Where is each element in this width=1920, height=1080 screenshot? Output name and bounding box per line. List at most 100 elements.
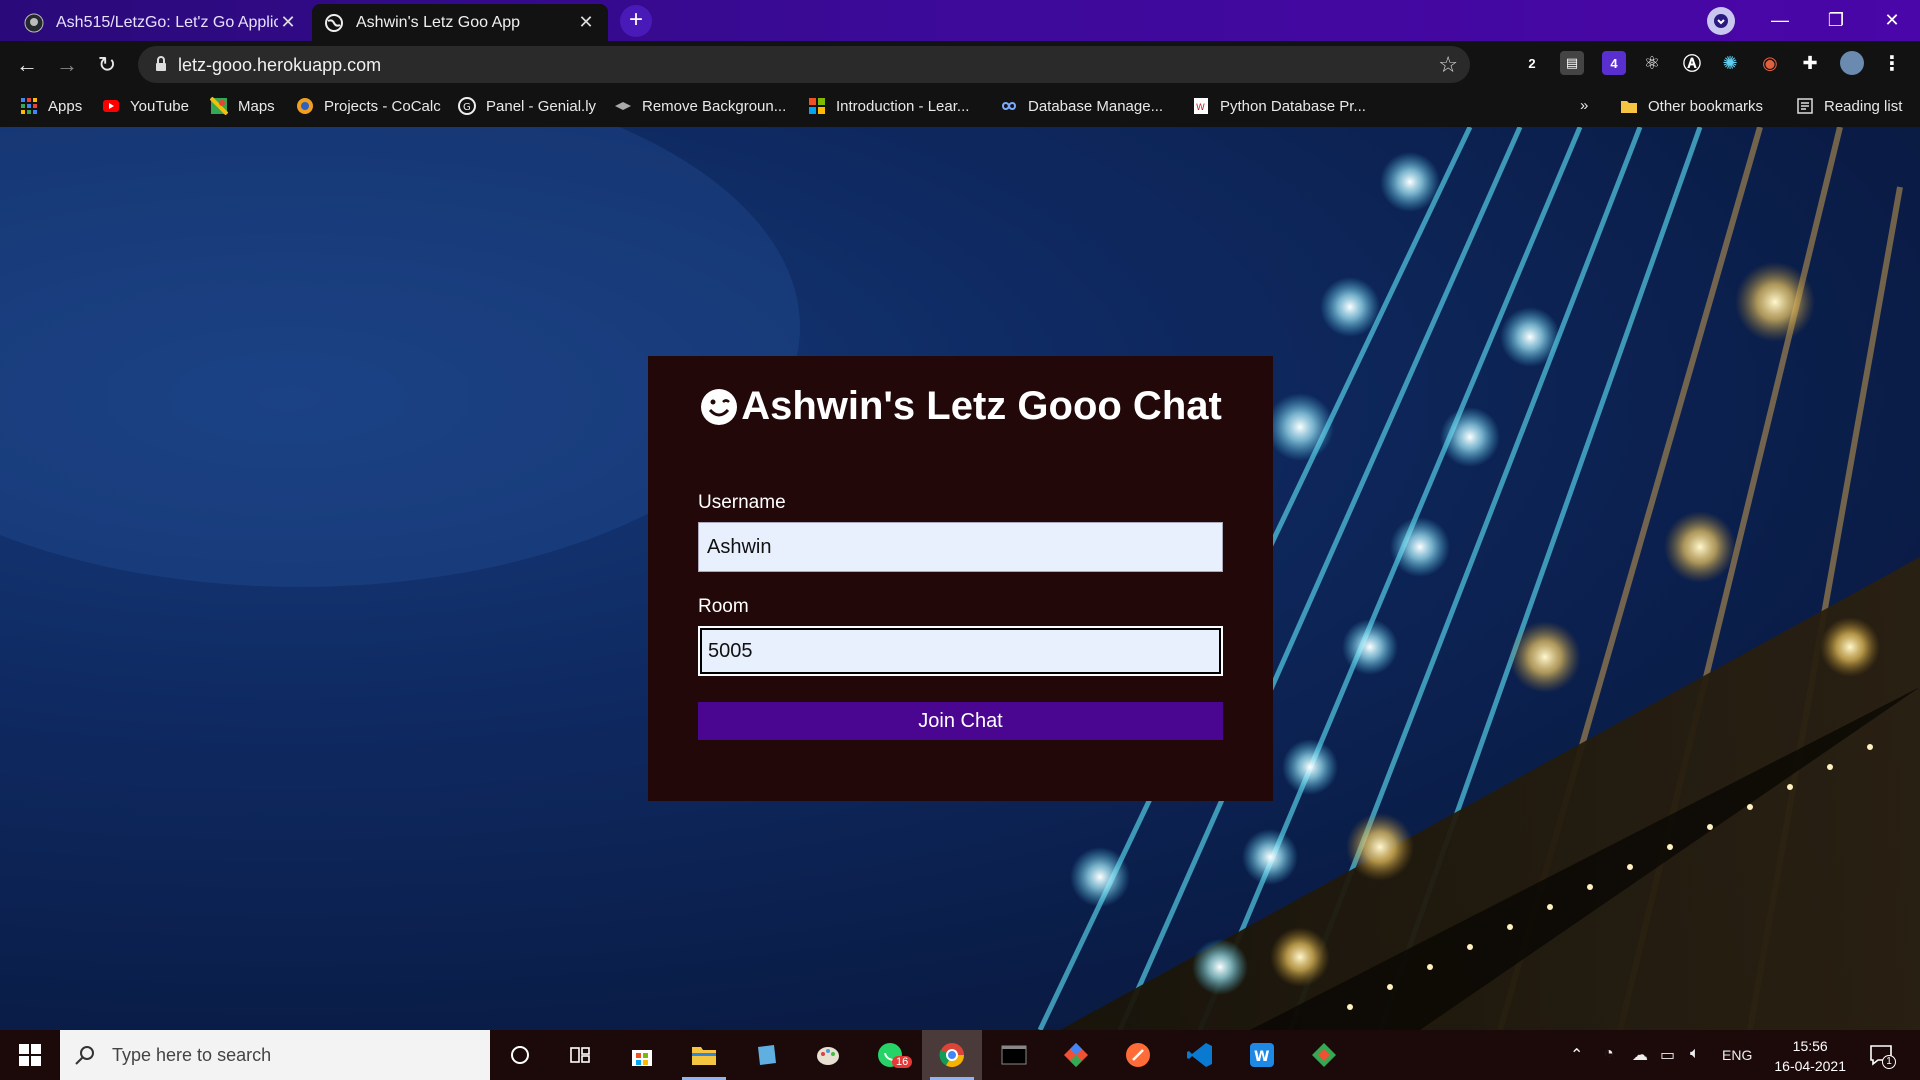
tab-label: Ash515/LetzGo: Let'z Go Applicat [56, 13, 278, 31]
clock-time: 15:56 [1792, 1038, 1828, 1054]
bookmark-introduction[interactable]: Introduction - Lear... [808, 97, 969, 115]
card-title: Ashwin's Letz Gooo Chat [648, 384, 1273, 429]
taskbar-search-box[interactable]: Type here to search [60, 1030, 490, 1080]
microsoft-store-icon[interactable] [612, 1030, 672, 1080]
file-explorer-icon[interactable] [674, 1030, 734, 1080]
bookmark-youtube[interactable]: YouTube [102, 97, 189, 115]
search-icon [75, 1046, 94, 1065]
room-input[interactable]: 5005 [698, 626, 1223, 676]
close-window-button[interactable]: ✕ [1864, 0, 1920, 41]
bookmark-python-database[interactable]: W Python Database Pr... [1192, 97, 1366, 115]
username-input[interactable]: Ashwin [698, 522, 1223, 572]
clock-date: 16-04-2021 [1774, 1058, 1846, 1074]
forward-arrow-icon[interactable]: → [52, 50, 82, 80]
wifi-icon[interactable]: ◔ [1604, 1045, 1614, 1063]
layers-icon [615, 102, 631, 110]
reload-icon[interactable]: ↻ [92, 50, 122, 80]
bookmarks-overflow-chevron[interactable]: » [1580, 97, 1588, 114]
globe-icon [325, 13, 343, 32]
profile-avatar[interactable] [1840, 51, 1864, 75]
vscode-icon[interactable] [1170, 1030, 1230, 1080]
chrome-taskbar-icon[interactable] [922, 1030, 982, 1080]
folder-icon [1621, 101, 1637, 113]
extension-a-icon[interactable]: Ⓐ [1680, 51, 1704, 75]
chat-join-card: Ashwin's Letz Gooo Chat Username Ashwin … [648, 356, 1273, 801]
reading-list-icon [1797, 98, 1813, 114]
extension-react-icon[interactable]: ⚛ [1640, 51, 1664, 75]
bookmark-remove-background[interactable]: Remove Backgroun... [614, 97, 786, 115]
notepad-app-icon[interactable] [736, 1030, 796, 1080]
whatsapp-badge: 16 [892, 1056, 913, 1068]
windows-taskbar: Type here to search 16 W ⌃ ◔ ☁ ▭ 🔈︎ ENG … [0, 1030, 1920, 1080]
new-tab-button[interactable]: + [620, 5, 652, 37]
extension-gear-icon[interactable]: ✺ [1718, 51, 1742, 75]
tab-label: Ashwin's Letz Goo App [356, 13, 521, 31]
card-title-text: Ashwin's Letz Gooo Chat [741, 384, 1222, 428]
url-text: letz-gooo.herokuapp.com [178, 55, 382, 75]
join-chat-button[interactable]: Join Chat [698, 702, 1223, 740]
maps-icon [210, 97, 228, 115]
task-view-icon[interactable] [550, 1030, 610, 1080]
battery-icon[interactable]: ▭ [1660, 1045, 1675, 1065]
extension-cube-icon[interactable]: 4 [1602, 51, 1626, 75]
browser-toolbar: ← → ↻ letz-gooo.herokuapp.com ☆ [0, 41, 1920, 88]
other-bookmarks[interactable]: Other bookmarks [1620, 97, 1763, 115]
minimize-button[interactable]: — [1752, 0, 1808, 41]
system-clock[interactable]: 15:56 16-04-2021 [1774, 1036, 1846, 1076]
username-label: Username [698, 492, 786, 513]
bookmark-genially[interactable]: G Panel - Genial.ly [458, 97, 596, 115]
extension-2-icon[interactable]: 2 [1520, 51, 1544, 75]
language-indicator[interactable]: ENG [1722, 1047, 1752, 1063]
tab-letz-goo-app[interactable]: Ashwin's Letz Goo App ✕ [312, 4, 608, 41]
tab-close-icon[interactable]: ✕ [278, 12, 298, 33]
extension-color-icon[interactable]: ◉ [1758, 51, 1782, 75]
restore-button[interactable]: ❐ [1808, 0, 1864, 41]
bookmark-star-icon[interactable]: ☆ [1438, 52, 1458, 78]
browser-title-bar: Ash515/LetzGo: Let'z Go Applicat ✕ Ashwi… [0, 0, 1920, 41]
extension-card-icon[interactable]: ▤ [1560, 51, 1584, 75]
page-background: Ashwin's Letz Gooo Chat Username Ashwin … [0, 127, 1920, 1030]
microsoft-icon [809, 98, 825, 114]
bookmark-apps[interactable]: Apps [20, 97, 82, 115]
svg-text:G: G [463, 102, 471, 113]
windows-logo-icon [19, 1044, 41, 1066]
reading-list[interactable]: Reading list [1796, 97, 1902, 115]
apps-grid-icon [21, 98, 37, 114]
search-placeholder: Type here to search [112, 1044, 272, 1065]
smile-icon [701, 388, 738, 425]
terminal-icon[interactable] [984, 1030, 1044, 1080]
python-doc-icon: W [1194, 98, 1208, 114]
whatsapp-icon[interactable]: 16 [860, 1030, 920, 1080]
back-arrow-icon[interactable]: ← [12, 50, 42, 80]
notification-count: 1 [1882, 1055, 1896, 1069]
paint-app-icon[interactable] [798, 1030, 858, 1080]
tab-close-icon[interactable]: ✕ [576, 12, 596, 33]
cloud-sync-icon[interactable]: ☁ [1632, 1045, 1648, 1065]
tab-github[interactable]: Ash515/LetzGo: Let'z Go Applicat ✕ [12, 4, 310, 41]
postman-icon[interactable] [1108, 1030, 1168, 1080]
infinity-icon [1001, 102, 1017, 110]
git-app-icon[interactable] [1046, 1030, 1106, 1080]
lock-icon [156, 56, 166, 71]
tray-chevron-up-icon[interactable]: ⌃ [1570, 1045, 1583, 1065]
svg-text:W: W [1254, 1049, 1269, 1065]
tab-search-icon[interactable] [1707, 7, 1735, 35]
cortana-icon[interactable] [490, 1030, 550, 1080]
github-icon [24, 13, 44, 32]
genially-icon: G [458, 97, 476, 115]
extensions-puzzle-icon[interactable]: ✚ [1798, 51, 1822, 75]
bookmark-maps[interactable]: Maps [210, 97, 275, 115]
bookmark-database-manage[interactable]: Database Manage... [1000, 97, 1163, 115]
start-button[interactable] [0, 1030, 60, 1080]
svg-text:W: W [1196, 103, 1205, 113]
cocalc-icon [297, 98, 313, 114]
volume-icon[interactable]: 🔈︎ [1690, 1045, 1700, 1063]
gitkraken-icon[interactable] [1294, 1030, 1354, 1080]
browser-menu-icon[interactable]: ⋮ [1880, 51, 1904, 75]
youtube-icon [103, 100, 119, 112]
notification-center-icon[interactable]: 1 [1868, 1042, 1896, 1069]
wps-writer-icon[interactable]: W [1232, 1030, 1292, 1080]
bookmarks-bar: Apps YouTube Maps Projects - CoCalc G Pa… [0, 88, 1920, 127]
address-bar[interactable]: letz-gooo.herokuapp.com ☆ [138, 46, 1470, 83]
bookmark-cocalc[interactable]: Projects - CoCalc [296, 97, 441, 115]
